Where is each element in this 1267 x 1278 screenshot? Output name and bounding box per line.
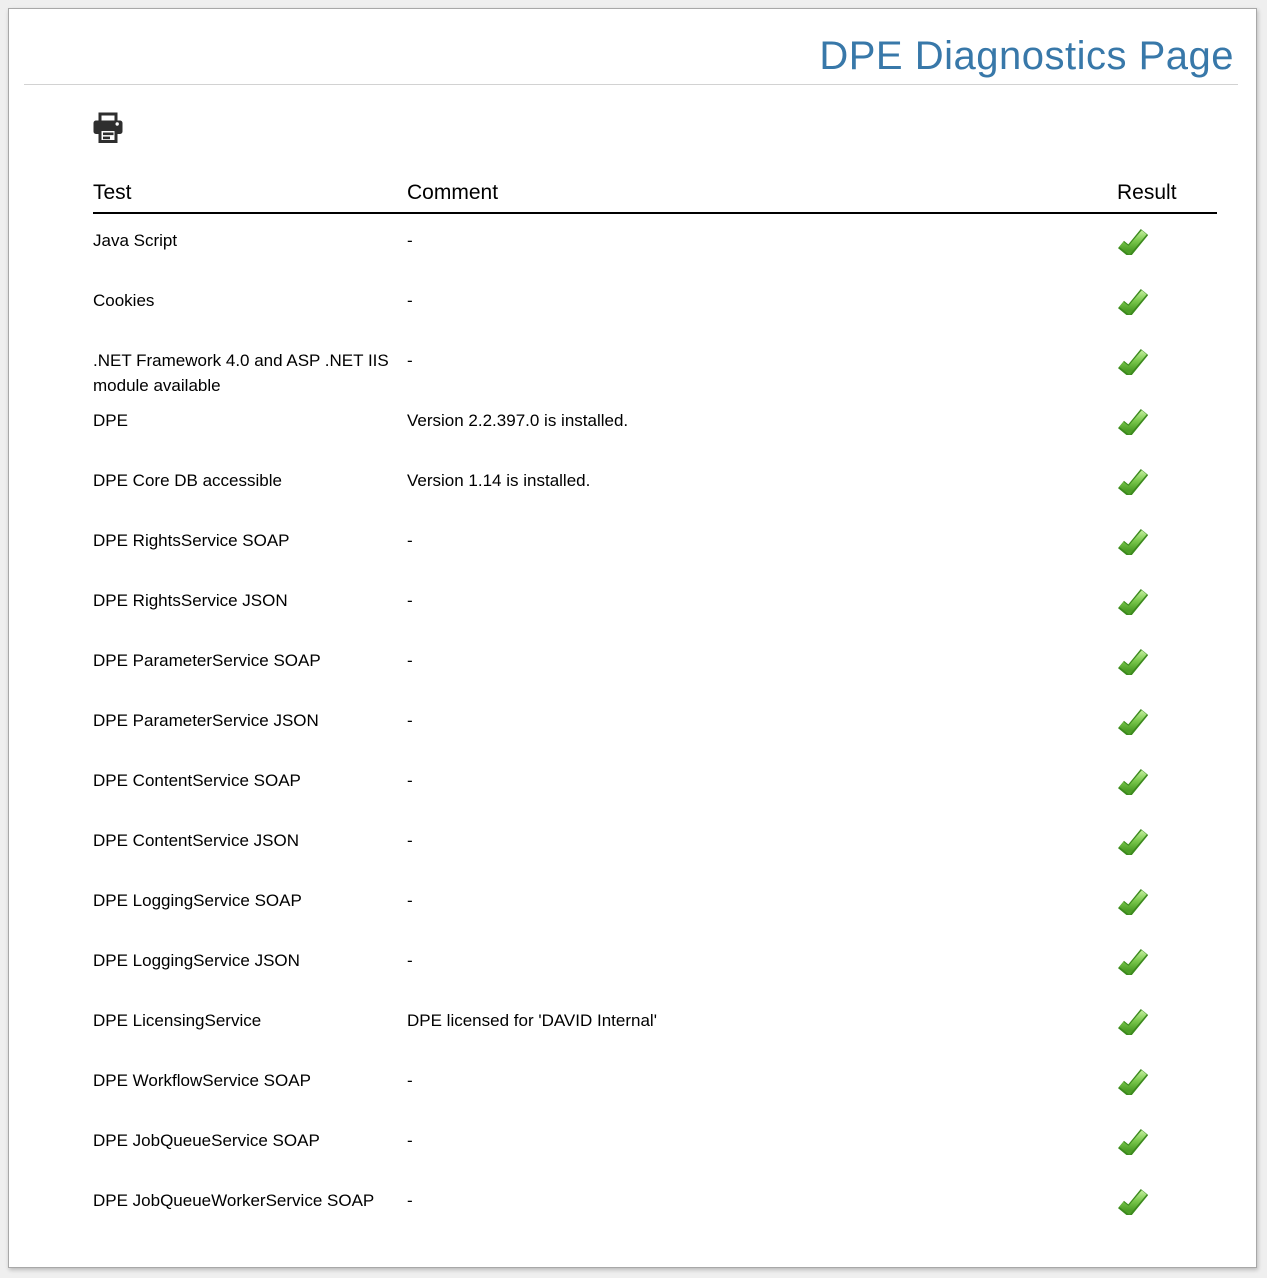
check-icon <box>1117 768 1217 795</box>
test-comment: DPE licensed for 'DAVID Internal' <box>407 1008 1117 1033</box>
table-row: DPE JobQueueService SOAP - <box>93 1114 1217 1174</box>
test-comment: Version 1.14 is installed. <box>407 468 1117 493</box>
test-comment: - <box>407 1068 1117 1093</box>
table-row: DPE WorkflowService SOAP - <box>93 1054 1217 1114</box>
diagnostics-table: Test Comment Result Java Script - Cookie… <box>93 181 1217 1234</box>
result-cell <box>1117 648 1217 675</box>
test-comment: - <box>407 828 1117 853</box>
check-icon <box>1117 288 1217 315</box>
check-icon <box>1117 588 1217 615</box>
test-name: DPE LoggingService SOAP <box>93 888 407 913</box>
check-icon <box>1117 888 1217 915</box>
table-row: DPE ParameterService SOAP - <box>93 634 1217 694</box>
test-name: DPE JobQueueWorkerService SOAP <box>93 1188 407 1213</box>
result-cell <box>1117 408 1217 435</box>
table-row: DPE RightsService SOAP - <box>93 514 1217 574</box>
result-cell <box>1117 468 1217 495</box>
test-comment: Version 2.2.397.0 is installed. <box>407 408 1117 433</box>
result-cell <box>1117 828 1217 855</box>
table-row: DPE Version 2.2.397.0 is installed. <box>93 394 1217 454</box>
test-comment: - <box>407 588 1117 613</box>
test-comment: - <box>407 768 1117 793</box>
table-row: DPE RightsService JSON - <box>93 574 1217 634</box>
test-name: DPE <box>93 408 407 433</box>
table-row: DPE ParameterService JSON - <box>93 694 1217 754</box>
test-name: DPE LoggingService JSON <box>93 948 407 973</box>
test-comment: - <box>407 888 1117 913</box>
test-comment: - <box>407 948 1117 973</box>
table-row: Cookies - <box>93 274 1217 334</box>
test-comment: - <box>407 1128 1117 1153</box>
test-name: .NET Framework 4.0 and ASP .NET IIS modu… <box>93 348 407 398</box>
check-icon <box>1117 228 1217 255</box>
result-cell <box>1117 888 1217 915</box>
result-cell <box>1117 708 1217 735</box>
result-cell <box>1117 948 1217 975</box>
result-cell <box>1117 348 1217 375</box>
test-name: DPE LicensingService <box>93 1008 407 1033</box>
result-cell <box>1117 1128 1217 1155</box>
result-cell <box>1117 1068 1217 1095</box>
printer-icon <box>93 133 123 148</box>
test-name: DPE ParameterService SOAP <box>93 648 407 673</box>
test-name: Java Script <box>93 228 407 253</box>
check-icon <box>1117 408 1217 435</box>
test-comment: - <box>407 228 1117 253</box>
table-row: DPE JobQueueWorkerService SOAP - <box>93 1174 1217 1234</box>
check-icon <box>1117 648 1217 675</box>
result-cell <box>1117 288 1217 315</box>
result-cell <box>1117 528 1217 555</box>
page-header: DPE Diagnostics Page <box>24 9 1238 85</box>
table-row: DPE LoggingService SOAP - <box>93 874 1217 934</box>
check-icon <box>1117 1128 1217 1155</box>
result-cell <box>1117 228 1217 255</box>
check-icon <box>1117 948 1217 975</box>
check-icon <box>1117 528 1217 555</box>
test-name: DPE RightsService JSON <box>93 588 407 613</box>
test-name: DPE ContentService SOAP <box>93 768 407 793</box>
check-icon <box>1117 1068 1217 1095</box>
table-row: Java Script - <box>93 214 1217 274</box>
test-name: DPE Core DB accessible <box>93 468 407 493</box>
result-cell <box>1117 1188 1217 1215</box>
test-comment: - <box>407 708 1117 733</box>
test-comment: - <box>407 1188 1117 1213</box>
page-title: DPE Diagnostics Page <box>819 33 1234 79</box>
test-comment: - <box>407 528 1117 553</box>
check-icon <box>1117 828 1217 855</box>
test-name: DPE ContentService JSON <box>93 828 407 853</box>
test-name: DPE WorkflowService SOAP <box>93 1068 407 1093</box>
test-comment: - <box>407 288 1117 313</box>
result-cell <box>1117 588 1217 615</box>
result-cell <box>1117 1008 1217 1035</box>
test-name: DPE JobQueueService SOAP <box>93 1128 407 1153</box>
column-header-comment: Comment <box>407 181 1117 205</box>
check-icon <box>1117 348 1217 375</box>
column-header-test: Test <box>93 181 407 205</box>
test-name: DPE ParameterService JSON <box>93 708 407 733</box>
table-row: .NET Framework 4.0 and ASP .NET IIS modu… <box>93 334 1217 394</box>
check-icon <box>1117 708 1217 735</box>
result-cell <box>1117 768 1217 795</box>
table-row: DPE LicensingService DPE licensed for 'D… <box>93 994 1217 1054</box>
test-name: DPE RightsService SOAP <box>93 528 407 553</box>
print-button[interactable] <box>93 112 123 145</box>
test-comment: - <box>407 648 1117 673</box>
table-row: DPE ContentService JSON - <box>93 814 1217 874</box>
page: DPE Diagnostics Page Test Comment Result… <box>8 8 1257 1268</box>
table-header-row: Test Comment Result <box>93 181 1217 214</box>
table-row: DPE LoggingService JSON - <box>93 934 1217 994</box>
test-comment: - <box>407 348 1117 373</box>
table-row: DPE ContentService SOAP - <box>93 754 1217 814</box>
check-icon <box>1117 1008 1217 1035</box>
check-icon <box>1117 468 1217 495</box>
check-icon <box>1117 1188 1217 1215</box>
table-body: Java Script - Cookies - .NET Framework 4… <box>93 214 1217 1234</box>
test-name: Cookies <box>93 288 407 313</box>
column-header-result: Result <box>1117 181 1217 205</box>
table-row: DPE Core DB accessible Version 1.14 is i… <box>93 454 1217 514</box>
